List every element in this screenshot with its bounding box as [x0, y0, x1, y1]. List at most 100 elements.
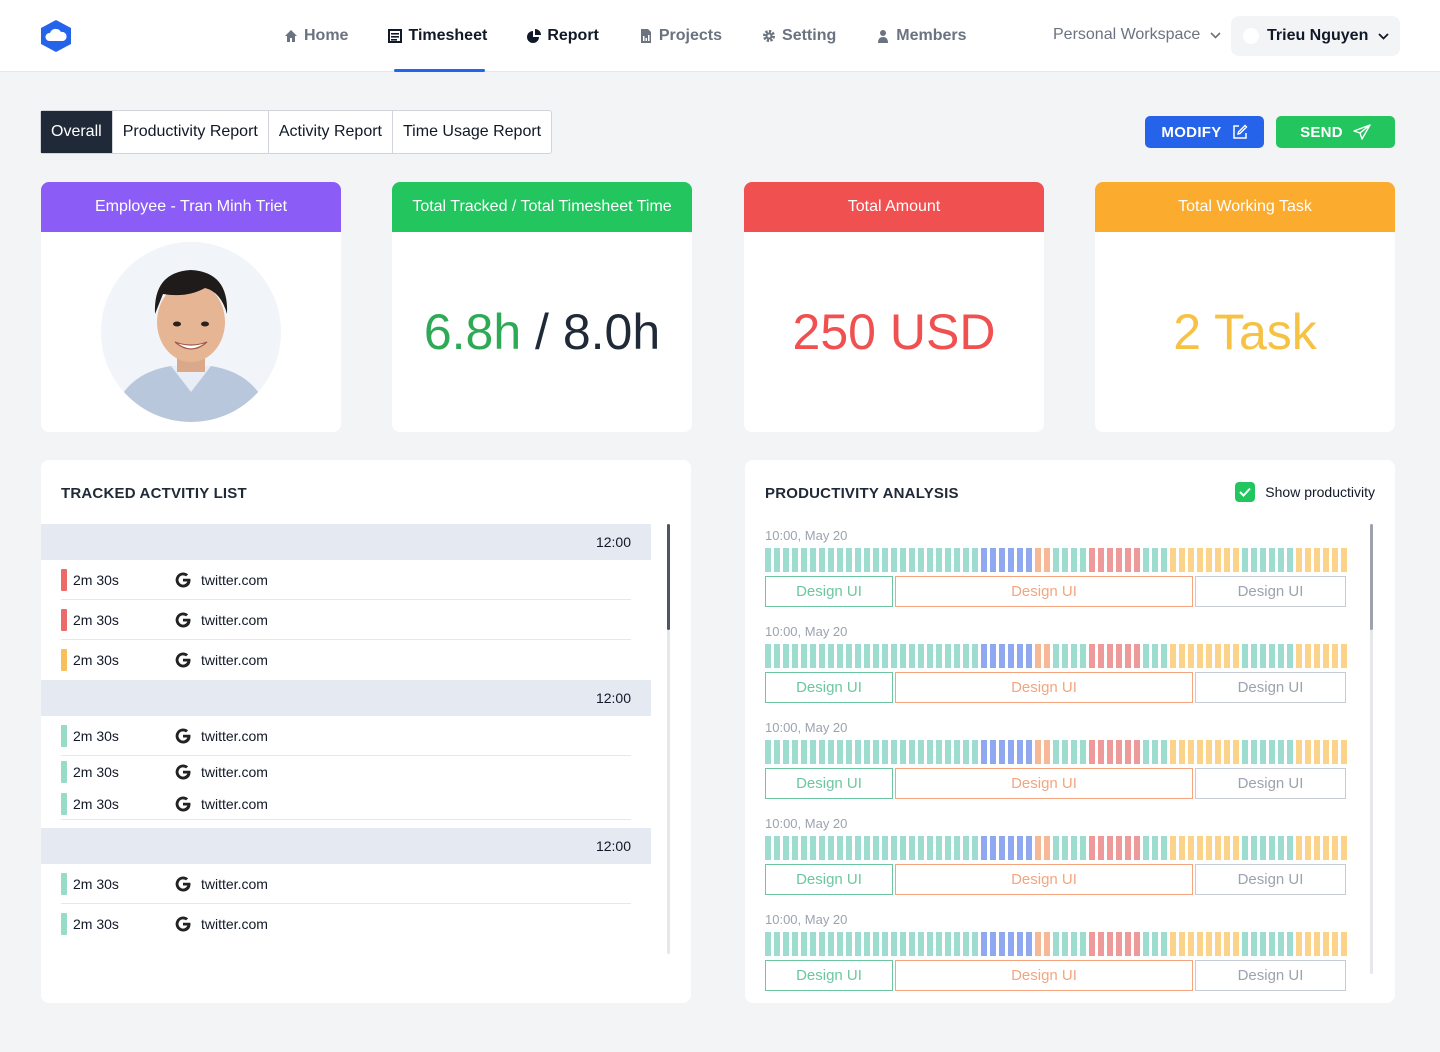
task-segment[interactable]: Design UI: [1195, 864, 1346, 895]
activity-bar: [1188, 836, 1194, 860]
task-segment[interactable]: Design UI: [895, 672, 1193, 703]
activity-bar: [981, 740, 987, 764]
tracked-separator: /: [521, 304, 563, 360]
activity-duration: 2m 30s: [73, 875, 119, 892]
modify-label: MODIFY: [1161, 123, 1222, 141]
activity-duration: 2m 30s: [73, 571, 119, 588]
task-segment[interactable]: Design UI: [1195, 768, 1346, 799]
activity-bar: [1179, 644, 1185, 668]
activity-bar: [1044, 644, 1050, 668]
activity-bar: [1215, 548, 1221, 572]
productivity-time: 10:00, May 20: [765, 528, 848, 543]
employee-photo: [101, 242, 281, 422]
activity-bar: [1008, 548, 1014, 572]
amount-card-title: Total Amount: [744, 182, 1044, 232]
productivity-time: 10:00, May 20: [765, 720, 848, 735]
activity-bar: [1008, 740, 1014, 764]
list-item[interactable]: 2m 30s twitter.com: [61, 904, 631, 944]
list-item[interactable]: 2m 30s twitter.com: [61, 756, 631, 788]
scrollbar-thumb[interactable]: [667, 524, 670, 630]
activity-bar: [1044, 932, 1050, 956]
productivity-scrollbar[interactable]: [1370, 524, 1373, 974]
task-segment[interactable]: Design UI: [765, 768, 893, 799]
activity-bar: [765, 548, 771, 572]
activity-bar: [1287, 932, 1293, 956]
activity-bar: [774, 932, 780, 956]
activity-bar: [1161, 644, 1167, 668]
activity-bar: [1305, 548, 1311, 572]
list-item[interactable]: 2m 30s twitter.com: [61, 716, 631, 756]
productivity-analysis-panel: PRODUCTIVITY ANALYSIS Show productivity …: [745, 460, 1395, 1003]
modify-button[interactable]: MODIFY: [1145, 116, 1264, 148]
activity-bar: [864, 740, 870, 764]
task-segment[interactable]: Design UI: [895, 864, 1193, 895]
activity-bar: [855, 740, 861, 764]
send-button[interactable]: SEND: [1276, 116, 1395, 148]
activity-bar: [783, 932, 789, 956]
nav-home[interactable]: Home: [284, 0, 348, 72]
scrollbar-thumb[interactable]: [1370, 524, 1373, 630]
task-segment[interactable]: Design UI: [1195, 672, 1346, 703]
task-segment[interactable]: Design UI: [1195, 960, 1346, 991]
activity-bar: [1125, 932, 1131, 956]
activity-bar: [981, 644, 987, 668]
task-segment[interactable]: Design UI: [895, 960, 1193, 991]
task-segment[interactable]: Design UI: [765, 576, 893, 607]
activity-site: twitter.com: [201, 764, 268, 780]
google-icon: [175, 728, 191, 743]
activity-bar: [990, 932, 996, 956]
nav-setting[interactable]: Setting: [762, 0, 836, 72]
app-logo-icon[interactable]: [40, 19, 72, 53]
task-segment[interactable]: Design UI: [765, 864, 893, 895]
activity-bar: [1035, 932, 1041, 956]
employee-card-title: Employee - Tran Minh Triet: [41, 182, 341, 232]
task-segment[interactable]: Design UI: [1195, 576, 1346, 607]
activity-bar: [918, 932, 924, 956]
list-item[interactable]: 2m 30s twitter.com: [61, 600, 631, 640]
list-item[interactable]: 2m 30s twitter.com: [61, 560, 631, 600]
task-segment[interactable]: Design UI: [765, 960, 893, 991]
activity-bar: [1044, 740, 1050, 764]
activity-bar: [1026, 740, 1032, 764]
activity-bar: [1107, 644, 1113, 668]
activity-bar: [774, 740, 780, 764]
activity-scrollbar[interactable]: [667, 524, 670, 954]
tab-activity-report[interactable]: Activity Report: [269, 111, 393, 153]
activity-bar: [1197, 644, 1203, 668]
productivity-row: 10:00, May 20 Design UI Design UI Design UI: [765, 720, 1355, 816]
nav-members[interactable]: Members: [876, 0, 966, 72]
list-item[interactable]: 2m 30s twitter.com: [61, 864, 631, 904]
nav-projects[interactable]: Projects: [639, 0, 722, 72]
activity-duration: 2m 30s: [73, 611, 119, 628]
checkbox[interactable]: [1235, 482, 1256, 502]
nav-home-label: Home: [304, 27, 349, 44]
tab-overall[interactable]: Overall: [41, 111, 113, 153]
activity-bar: [873, 644, 879, 668]
activity-bar: [1080, 740, 1086, 764]
user-menu-button[interactable]: Trieu Nguyen: [1231, 16, 1400, 56]
list-item[interactable]: 2m 30s twitter.com: [61, 788, 631, 820]
activity-bar: [1215, 932, 1221, 956]
tab-time-usage-report[interactable]: Time Usage Report: [393, 111, 551, 153]
activity-bar: [1134, 932, 1140, 956]
list-item[interactable]: 2m 30s twitter.com: [61, 640, 631, 680]
activity-bar: [1242, 836, 1248, 860]
activity-bar: [801, 932, 807, 956]
nav-report[interactable]: Report: [527, 0, 599, 72]
activity-bar: [1242, 932, 1248, 956]
task-segment[interactable]: Design UI: [895, 768, 1193, 799]
activity-bar: [855, 836, 861, 860]
nav-timesheet[interactable]: Timesheet: [388, 0, 487, 72]
activity-bar: [828, 740, 834, 764]
tracked-time-value: 6.8h: [423, 304, 522, 360]
task-segment[interactable]: Design UI: [895, 576, 1193, 607]
activity-bar: [1116, 548, 1122, 572]
activity-bar: [1314, 740, 1320, 764]
activity-bar: [936, 740, 942, 764]
activity-bar: [1098, 932, 1104, 956]
activity-bar: [783, 836, 789, 860]
tab-productivity-report[interactable]: Productivity Report: [113, 111, 269, 153]
show-productivity-toggle[interactable]: Show productivity: [1235, 482, 1375, 502]
workspace-dropdown[interactable]: Personal Workspace: [1053, 26, 1221, 44]
task-segment[interactable]: Design UI: [765, 672, 893, 703]
